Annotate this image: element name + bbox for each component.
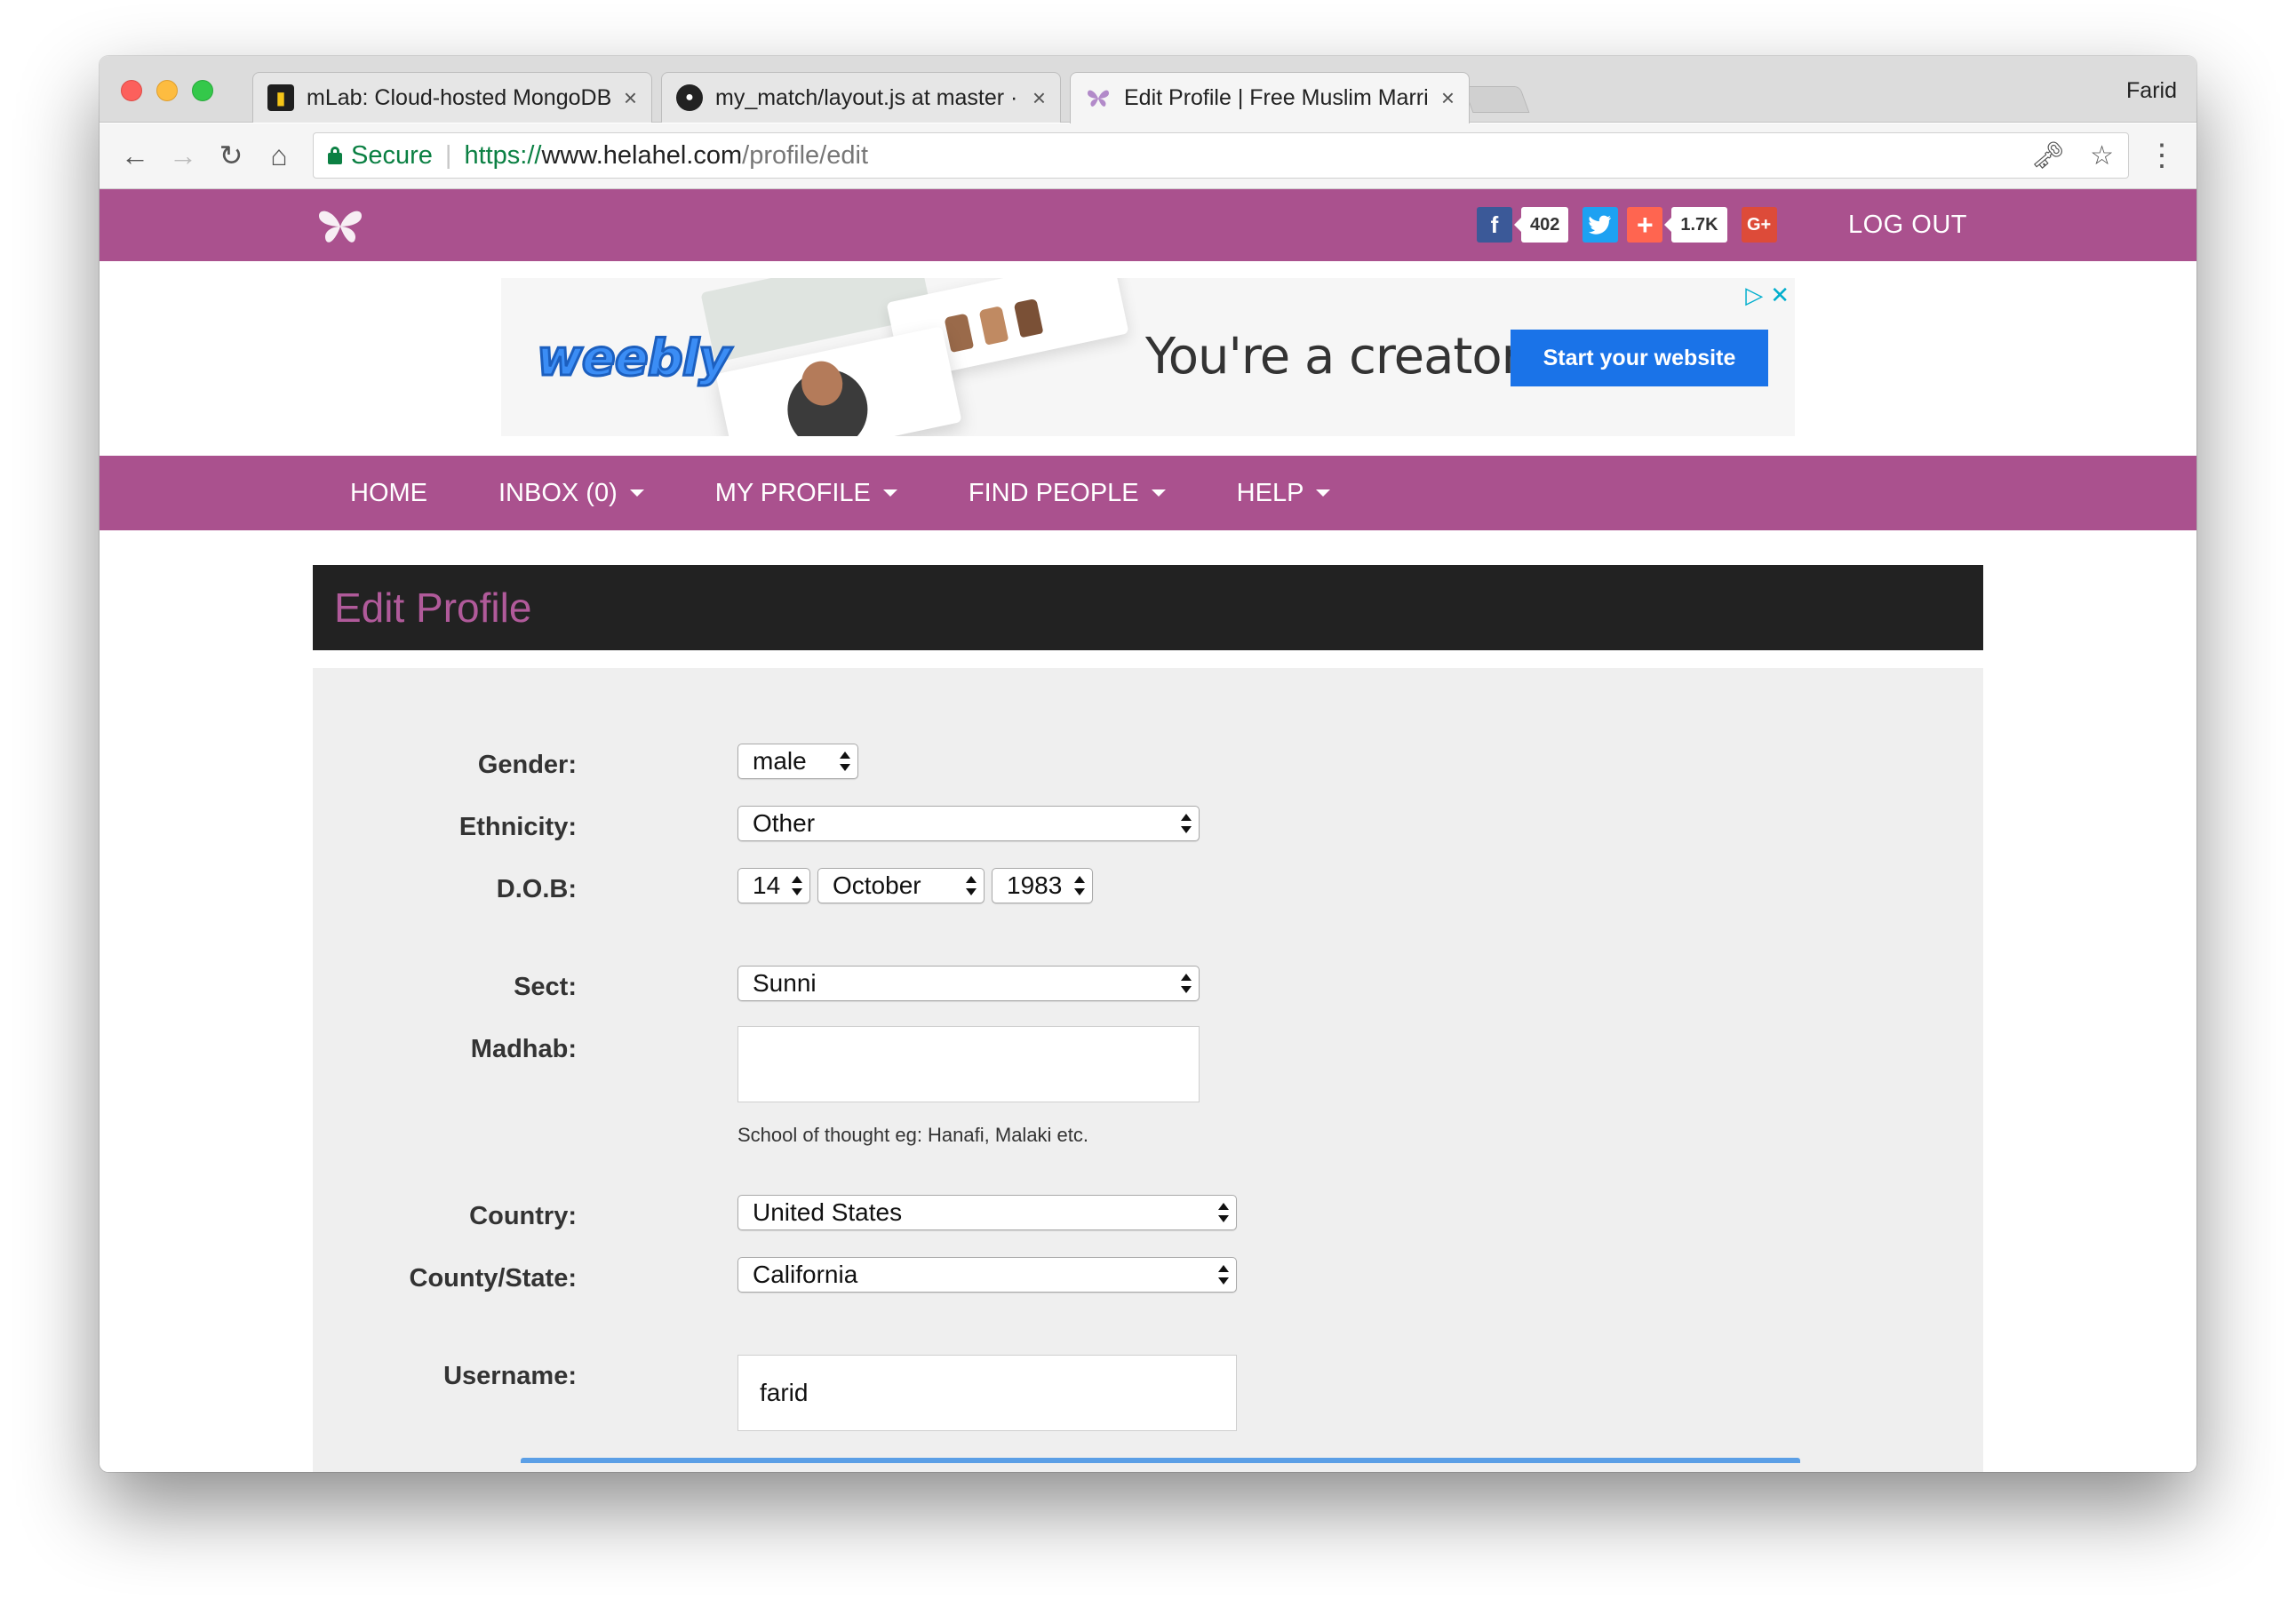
state-select[interactable]: California	[737, 1257, 1237, 1293]
nav-inbox[interactable]: INBOX (0)	[498, 479, 644, 508]
page-header: Edit Profile	[313, 565, 1983, 650]
tab-mlab[interactable]: ▮ mLab: Cloud-hosted MongoDB ×	[252, 72, 652, 123]
tab-edit-profile[interactable]: Edit Profile | Free Muslim Marri ×	[1070, 72, 1470, 123]
state-label: County/State:	[409, 1264, 578, 1293]
url: https://www.helahel.com/profile/edit	[464, 140, 868, 170]
close-tab-icon[interactable]: ×	[1441, 84, 1455, 112]
google-plus-icon[interactable]: G+	[1741, 207, 1777, 243]
gender-label: Gender:	[477, 751, 577, 779]
ad-close-icon[interactable]: ✕	[1770, 282, 1790, 309]
select-arrows-icon	[840, 749, 850, 774]
nav-find-people[interactable]: FIND PEOPLE	[969, 479, 1166, 508]
ad-controls: ▷ ✕	[1745, 282, 1790, 309]
forward-icon[interactable]: →	[165, 138, 201, 173]
key-icon[interactable]: 🗝	[2031, 140, 2065, 171]
reload-icon[interactable]: ↻	[213, 138, 249, 173]
tab-title: my_match/layout.js at master ·	[715, 84, 1018, 110]
secure-label: Secure	[351, 140, 433, 170]
facebook-share-count: 402	[1513, 207, 1569, 243]
page-title: Edit Profile	[334, 585, 532, 631]
caret-down-icon	[1151, 489, 1166, 497]
country-select[interactable]: United States	[737, 1195, 1237, 1230]
next-form-section-edge	[521, 1458, 1800, 1463]
madhab-input[interactable]	[737, 1026, 1200, 1102]
github-icon: ●	[676, 84, 703, 111]
address-bar[interactable]: Secure | https://www.helahel.com/profile…	[313, 132, 2129, 179]
tab-title: Edit Profile | Free Muslim Marri	[1124, 85, 1429, 110]
sect-select[interactable]: Sunni	[737, 966, 1200, 1001]
gender-select[interactable]: male	[737, 744, 858, 779]
tab-strip: ▮ mLab: Cloud-hosted MongoDB × ● my_matc…	[100, 56, 2196, 123]
ad-cta-button[interactable]: Start your website	[1511, 330, 1768, 386]
select-arrows-icon	[1218, 1262, 1229, 1287]
browser-window: ▮ mLab: Cloud-hosted MongoDB × ● my_matc…	[100, 56, 2196, 1472]
minimize-window-button[interactable]	[156, 80, 178, 101]
ethnicity-select[interactable]: Other	[737, 806, 1200, 841]
maximize-window-button[interactable]	[192, 80, 213, 101]
close-window-button[interactable]	[121, 80, 142, 101]
username-input[interactable]: farid	[737, 1355, 1237, 1431]
new-tab-button[interactable]	[1463, 86, 1530, 113]
home-icon[interactable]: ⌂	[261, 138, 297, 173]
madhab-hint: School of thought eg: Hanafi, Malaki etc…	[737, 1124, 1089, 1146]
select-arrows-icon	[966, 873, 977, 898]
close-tab-icon[interactable]: ×	[1032, 84, 1046, 112]
browser-menu-icon[interactable]: ⋮	[2147, 138, 2177, 173]
sect-label: Sect:	[514, 973, 577, 1001]
caret-down-icon	[882, 489, 897, 497]
ethnicity-label: Ethnicity:	[458, 813, 577, 841]
nav-my-profile[interactable]: MY PROFILE	[715, 479, 897, 508]
select-arrows-icon	[1074, 873, 1085, 898]
close-tab-icon[interactable]: ×	[624, 84, 637, 112]
select-arrows-icon	[1181, 971, 1192, 996]
ad-headline: You're a creator	[1145, 328, 1522, 386]
twitter-icon[interactable]	[1582, 207, 1619, 243]
web-page: f 402 + 1.7K G+ LOG OUT weebly You're a …	[100, 189, 2196, 1472]
share-buttons: f 402 + 1.7K G+	[1477, 207, 1777, 243]
url-separator: |	[444, 140, 452, 170]
addthis-plus-icon[interactable]: +	[1627, 207, 1663, 243]
butterfly-logo-icon[interactable]	[315, 207, 365, 246]
caret-down-icon	[1316, 489, 1331, 497]
dob-month-select[interactable]: October	[817, 868, 985, 903]
advertisement-banner[interactable]: weebly You're a creator Start your websi…	[501, 278, 1795, 436]
caret-down-icon	[629, 489, 644, 497]
browser-toolbar: ← → ↻ ⌂ Secure | https://www.helahel.com…	[100, 123, 2196, 189]
lock-icon	[328, 147, 342, 164]
username-label: Username:	[443, 1362, 577, 1390]
nav-help[interactable]: HELP	[1237, 479, 1331, 508]
butterfly-icon	[1085, 85, 1112, 112]
main-navigation: HOME INBOX (0) MY PROFILE FIND PEOPLE HE…	[100, 456, 2196, 530]
site-top-bar: f 402 + 1.7K G+ LOG OUT	[100, 189, 2196, 261]
tab-title: mLab: Cloud-hosted MongoDB	[307, 84, 611, 110]
ad-brand-logo: weebly	[535, 329, 731, 389]
country-label: Country:	[469, 1202, 577, 1230]
adchoices-icon[interactable]: ▷	[1745, 282, 1763, 309]
select-arrows-icon	[1181, 811, 1192, 836]
nav-home[interactable]: HOME	[350, 479, 427, 508]
back-icon[interactable]: ←	[117, 138, 153, 173]
madhab-label: Madhab:	[470, 1035, 577, 1063]
edit-profile-form: Gender: male Ethnicity: Other D.O.B: 14 …	[313, 668, 1983, 1472]
facebook-icon[interactable]: f	[1477, 207, 1512, 243]
omnibox-actions: 🗝 ☆	[2031, 140, 2114, 171]
select-arrows-icon	[1218, 1200, 1229, 1225]
dob-year-select[interactable]: 1983	[992, 868, 1093, 903]
bookmark-star-icon[interactable]: ☆	[2090, 140, 2114, 171]
addthis-share-count: 1.7K	[1664, 207, 1727, 243]
mlab-icon: ▮	[267, 84, 294, 111]
select-arrows-icon	[792, 873, 802, 898]
dob-day-select[interactable]: 14	[737, 868, 810, 903]
dob-label: D.O.B:	[496, 875, 577, 903]
logout-link[interactable]: LOG OUT	[1848, 211, 1967, 240]
browser-profile-name[interactable]: Farid	[2126, 78, 2177, 104]
tab-github[interactable]: ● my_match/layout.js at master · ×	[661, 72, 1061, 123]
